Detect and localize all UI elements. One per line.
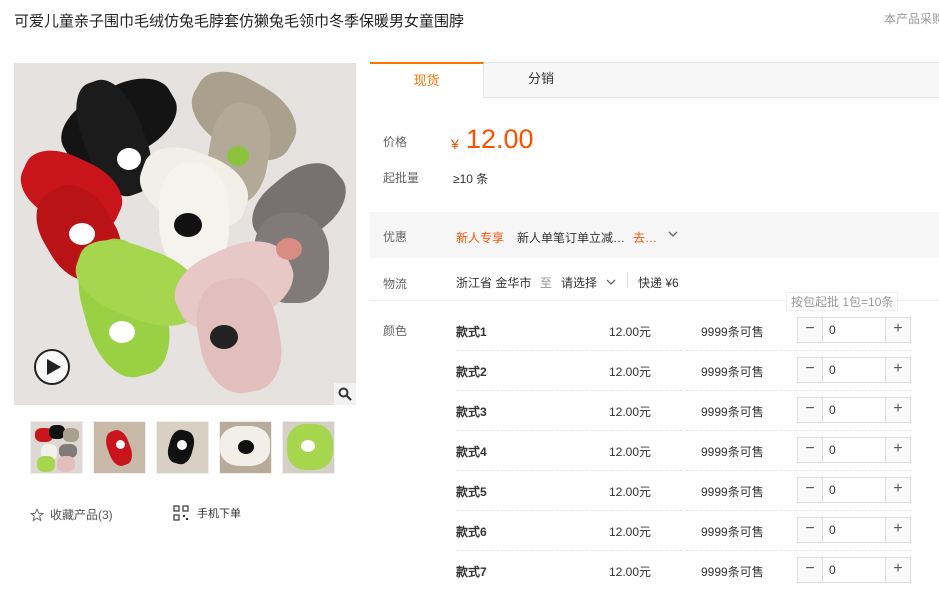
increment-button[interactable]: +: [885, 318, 910, 342]
currency-symbol: ¥: [451, 136, 459, 152]
color-label: 颜色: [383, 324, 408, 338]
sku-name: 款式7: [456, 565, 487, 579]
qr-code-icon: [173, 505, 189, 521]
quantity-input[interactable]: [823, 358, 885, 382]
sku-row: 款式3 12.00元 9999条可售 − +: [456, 391, 912, 431]
quantity-stepper: − +: [797, 317, 911, 343]
quantity-input[interactable]: [823, 398, 885, 422]
thumbnail-1[interactable]: [30, 421, 83, 474]
offer-tabs: 现货 分销: [370, 62, 939, 98]
moq-label: 起批量: [383, 171, 420, 185]
sku-row: 款式7 12.00元 9999条可售 − +: [456, 551, 912, 591]
sku-name: 款式4: [456, 445, 487, 459]
sku-price: 12.00元: [609, 565, 652, 579]
product-title: 可爱儿童亲子围巾毛绒仿兔毛脖套仿獭兔毛领巾冬季保暖男女童围脖: [14, 13, 465, 30]
tab-in-stock[interactable]: 现货: [370, 62, 484, 98]
increment-button[interactable]: +: [885, 558, 910, 582]
increment-button[interactable]: +: [885, 438, 910, 462]
mobile-order-button[interactable]: 手机下单: [173, 505, 241, 521]
sku-stock: 9999条可售: [701, 325, 764, 339]
sku-row: 款式4 12.00元 9999条可售 − +: [456, 431, 912, 471]
favorite-label: 收藏产品(3): [50, 508, 113, 522]
thumbnail-strip: [30, 421, 335, 474]
sku-row: 款式1 12.00元 9999条可售 − +: [456, 311, 912, 351]
sku-name: 款式3: [456, 405, 487, 419]
sku-price: 12.00元: [609, 485, 652, 499]
quantity-input[interactable]: [823, 438, 885, 462]
thumbnail-3[interactable]: [156, 421, 209, 474]
thumbnail-2[interactable]: [93, 421, 146, 474]
sku-stock: 9999条可售: [701, 405, 764, 419]
quantity-input[interactable]: [823, 478, 885, 502]
chevron-down-icon[interactable]: [668, 229, 678, 242]
sku-row: 款式2 12.00元 9999条可售 − +: [456, 351, 912, 391]
sku-price: 12.00元: [609, 405, 652, 419]
quantity-input[interactable]: [823, 558, 885, 582]
sku-row: 款式6 12.00元 9999条可售 − +: [456, 511, 912, 551]
tab-distribution[interactable]: 分销: [484, 62, 598, 98]
sku-price: 12.00元: [609, 325, 652, 339]
chevron-down-icon: [606, 279, 616, 285]
promo-label: 优惠: [383, 230, 408, 244]
mobile-order-label: 手机下单: [197, 508, 241, 520]
destination-select[interactable]: 请选择: [561, 274, 616, 291]
decrement-button[interactable]: −: [798, 518, 823, 542]
sku-name: 款式2: [456, 365, 487, 379]
magnifier-icon: [338, 387, 352, 401]
promo-go-link[interactable]: 去…: [633, 229, 657, 246]
price-value: 12.00: [466, 124, 534, 154]
quantity-input[interactable]: [823, 518, 885, 542]
play-icon: [46, 359, 61, 375]
sku-price: 12.00元: [609, 365, 652, 379]
sku-stock: 9999条可售: [701, 525, 764, 539]
quantity-stepper: − +: [797, 357, 911, 383]
ship-from: 浙江省 金华市: [456, 276, 532, 290]
quantity-stepper: − +: [797, 437, 911, 463]
decrement-button[interactable]: −: [798, 478, 823, 502]
decrement-button[interactable]: −: [798, 318, 823, 342]
quantity-stepper: − +: [797, 517, 911, 543]
sku-row: 款式5 12.00元 9999条可售 − +: [456, 471, 912, 511]
price-label: 价格: [383, 135, 408, 149]
sku-stock: 9999条可售: [701, 565, 764, 579]
decrement-button[interactable]: −: [798, 438, 823, 462]
star-outline-icon: [30, 507, 44, 522]
decrement-button[interactable]: −: [798, 558, 823, 582]
moq-value: ≥10 条: [453, 172, 489, 186]
decrement-button[interactable]: −: [798, 358, 823, 382]
favorite-product-button[interactable]: 收藏产品(3): [30, 506, 113, 523]
zoom-button[interactable]: [334, 383, 356, 405]
promo-tag: 新人专享: [456, 231, 505, 245]
sku-stock: 9999条可售: [701, 445, 764, 459]
quantity-stepper: − +: [797, 477, 911, 503]
thumbnail-4[interactable]: [219, 421, 272, 474]
quantity-stepper: − +: [797, 397, 911, 423]
quantity-input[interactable]: [823, 318, 885, 342]
procurement-note[interactable]: 本产品采购: [884, 10, 939, 27]
main-product-image[interactable]: [14, 63, 356, 405]
shipping-fee: 快递 ¥6: [638, 276, 679, 290]
sku-stock: 9999条可售: [701, 485, 764, 499]
sku-stock: 9999条可售: [701, 365, 764, 379]
play-video-button[interactable]: [34, 349, 70, 385]
increment-button[interactable]: +: [885, 518, 910, 542]
thumbnail-5[interactable]: [282, 421, 335, 474]
increment-button[interactable]: +: [885, 358, 910, 382]
sku-name: 款式6: [456, 525, 487, 539]
divider: [627, 272, 628, 288]
increment-button[interactable]: +: [885, 478, 910, 502]
destination-select-label: 请选择: [561, 276, 598, 290]
pack-note: 按包起批 1包=10条: [786, 292, 899, 311]
shipping-label: 物流: [383, 277, 408, 291]
sku-price: 12.00元: [609, 525, 652, 539]
sku-price: 12.00元: [609, 445, 652, 459]
increment-button[interactable]: +: [885, 398, 910, 422]
quantity-stepper: − +: [797, 557, 911, 583]
sku-name: 款式5: [456, 485, 487, 499]
ship-to-word: 至: [540, 276, 553, 290]
promo-text: 新人单笔订单立减…: [517, 231, 626, 245]
sku-name: 款式1: [456, 325, 487, 339]
decrement-button[interactable]: −: [798, 398, 823, 422]
